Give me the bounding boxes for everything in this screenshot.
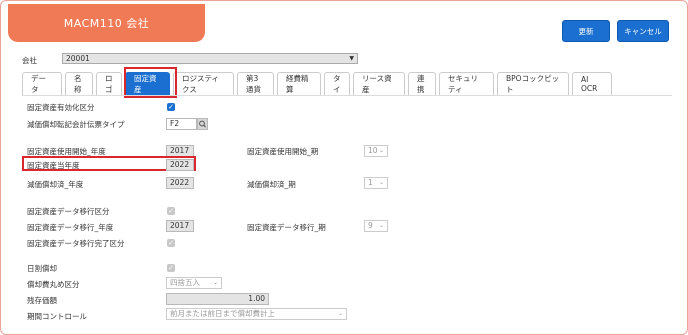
tab-bpo-cockpit[interactable]: BPOコックピット — [497, 72, 569, 95]
period-control-value: 前月または前日まで償却費計上 — [170, 309, 275, 318]
chevron-down-icon: ⌄ — [212, 279, 218, 286]
tab-lease-assets[interactable]: リース資産 — [353, 72, 405, 95]
tab-highlight-box — [124, 67, 177, 98]
daily-dep-label: 日割償却 — [27, 264, 57, 273]
dep-done-year-label: 減価償却済_年度 — [27, 180, 84, 189]
fa-enabled-label: 固定資産有効化区分 — [27, 103, 95, 112]
chevron-down-icon: ⌄ — [378, 147, 384, 154]
migration-period-select: 9 ⌄ — [364, 220, 388, 232]
dep-done-period-select: 1 ⌄ — [364, 177, 388, 189]
daily-dep-checkbox: ✓ — [167, 264, 175, 272]
migration-flag-checkbox: ✓ — [167, 207, 175, 215]
tab-divider — [22, 95, 672, 96]
chevron-down-icon: ⌄ — [337, 310, 343, 317]
dep-done-period-label: 減価償却済_期 — [247, 180, 296, 189]
tab-ai-ocr[interactable]: AI OCR — [572, 72, 612, 95]
migration-done-checkbox: ✓ — [167, 239, 175, 247]
migration-flag-label: 固定資産データ移行区分 — [27, 207, 110, 216]
migration-period-value: 9 — [368, 221, 373, 230]
residual-input: 1.00 — [166, 293, 269, 305]
migration-year-input: 2017 — [166, 220, 194, 232]
cancel-button[interactable]: キャンセル — [617, 20, 669, 42]
tab-logo[interactable]: ロゴ — [96, 72, 122, 95]
fa-start-period-label: 固定資産使用開始_期 — [247, 147, 319, 156]
migration-year-label: 固定資産データ移行_年度 — [27, 223, 114, 232]
tab-bar: データ 名称 ロゴ 固定資産 ロジスティクス 第3通貨 経費精算 タイ リース資… — [22, 72, 615, 95]
tab-logistics[interactable]: ロジスティクス — [173, 72, 234, 95]
company-label: 会社 — [22, 56, 37, 65]
tab-expense[interactable]: 経費精算 — [277, 72, 321, 95]
tab-third-currency[interactable]: 第3通貨 — [237, 72, 274, 95]
rounding-value: 四捨五入 — [170, 278, 200, 287]
update-button[interactable]: 更新 — [562, 20, 610, 42]
fa-current-year-label: 固定資産当年度 — [27, 161, 80, 170]
dep-voucher-type-label: 減価償却転記会計伝票タイプ — [27, 120, 125, 129]
tab-thai[interactable]: タイ — [324, 72, 350, 95]
fa-enabled-checkbox[interactable]: ✓ — [167, 103, 175, 111]
migration-period-label: 固定資産データ移行_期 — [247, 223, 326, 232]
dep-done-year-input: 2022 — [166, 177, 194, 189]
tab-integration[interactable]: 連携 — [408, 72, 436, 95]
search-icon[interactable] — [197, 118, 208, 130]
company-select-value: 20001 — [66, 54, 90, 63]
residual-label: 残存価額 — [27, 296, 57, 305]
period-control-select: 前月または前日まで償却費計上 ⌄ — [166, 308, 347, 320]
migration-done-label: 固定資産データ移行完了区分 — [27, 239, 125, 248]
tab-names[interactable]: 名称 — [65, 72, 93, 95]
chevron-down-icon: ⌄ — [378, 222, 384, 229]
chevron-down-icon: ⌄ — [378, 179, 384, 186]
period-control-label: 期間コントロール — [27, 312, 87, 321]
tab-data[interactable]: データ — [22, 72, 62, 95]
rounding-select: 四捨五入 ⌄ — [166, 277, 222, 289]
dep-done-period-value: 1 — [368, 178, 373, 187]
fa-current-year-input: 2022 — [166, 159, 194, 171]
page-title: MACM110 会社 — [8, 4, 205, 42]
chevron-down-icon: ▼ — [349, 55, 354, 62]
fa-start-period-select: 10 ⌄ — [364, 145, 388, 157]
fa-start-period-value: 10 — [368, 146, 378, 155]
rounding-label: 償却費丸め区分 — [27, 280, 80, 289]
tab-security[interactable]: セキュリティ — [439, 72, 494, 95]
dep-voucher-type-input[interactable]: F2 — [166, 118, 197, 130]
company-select[interactable]: 20001 ▼ — [62, 53, 358, 64]
